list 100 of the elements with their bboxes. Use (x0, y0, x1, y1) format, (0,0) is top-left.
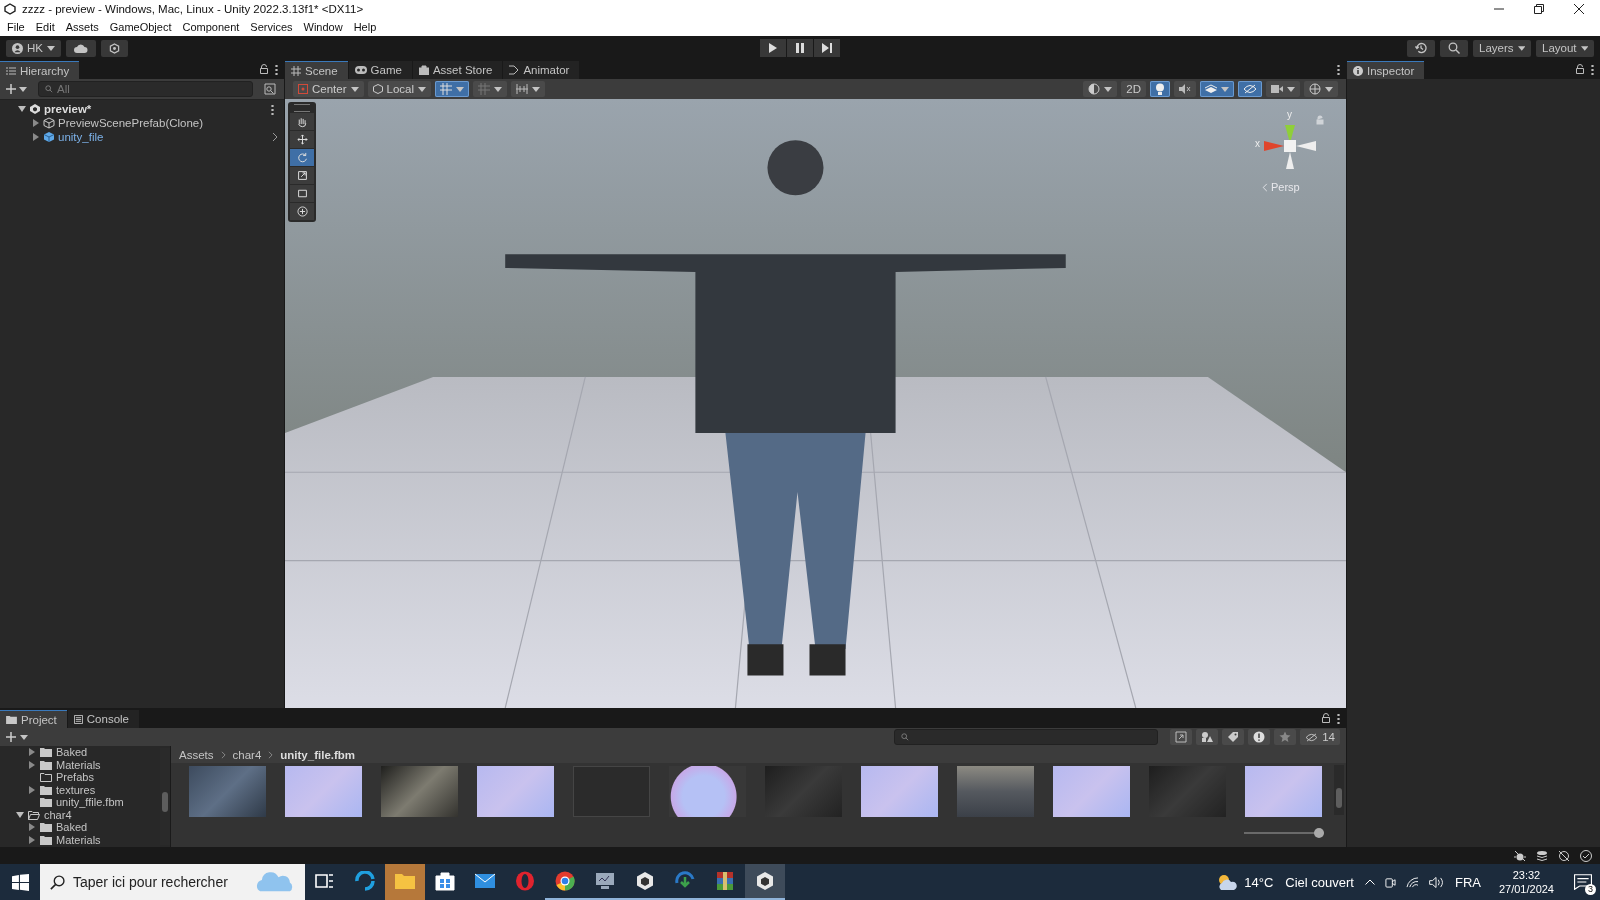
chevron-up-icon[interactable] (1364, 879, 1375, 885)
texture-thumbnail[interactable] (669, 765, 746, 817)
visibility-toggle[interactable] (1238, 81, 1262, 97)
texture-thumbnail[interactable] (477, 765, 554, 817)
texture-thumbnail[interactable] (957, 765, 1034, 817)
menu-item[interactable]: Help (353, 21, 377, 33)
increment-snap-button[interactable] (473, 81, 508, 97)
menu-item[interactable]: Edit (35, 21, 55, 33)
hierarchy-item[interactable]: preview* (44, 103, 92, 115)
folder-item[interactable]: Baked (56, 821, 88, 834)
texture-thumbnail[interactable] (1053, 765, 1130, 817)
filter-by-type-button[interactable] (1196, 729, 1219, 745)
project-tab[interactable]: Console (67, 710, 139, 728)
folder-item[interactable]: Materials (56, 758, 101, 771)
texture-thumbnail[interactable] (381, 765, 458, 817)
wifi-icon[interactable] (1405, 876, 1419, 888)
search-input[interactable]: Taper ici pour rechercher (73, 874, 245, 890)
step-button[interactable] (814, 39, 840, 57)
lighting-toggle[interactable] (1150, 81, 1170, 97)
menu-item[interactable]: File (7, 21, 25, 33)
menu-item[interactable]: Component (182, 21, 240, 33)
more-options-icon[interactable] (1591, 64, 1594, 75)
menu-item[interactable]: GameObject (109, 21, 172, 33)
scale-tool-button[interactable] (290, 167, 314, 184)
more-options-icon[interactable] (275, 64, 278, 75)
expand-arrow-icon[interactable] (28, 823, 36, 832)
menu-item[interactable]: Services (250, 21, 293, 33)
volume-icon[interactable] (1428, 876, 1444, 888)
texture-thumbnail[interactable] (1149, 765, 1226, 817)
scene-tab[interactable]: Animator (503, 61, 580, 79)
restore-icon[interactable] (1534, 4, 1544, 14)
weather-text[interactable]: Ciel couvert (1285, 874, 1354, 890)
input-language[interactable]: FRA (1454, 874, 1481, 890)
collapse-arrow-icon[interactable] (16, 810, 24, 819)
folder-item[interactable]: textures (56, 783, 96, 796)
checkmark-icon[interactable] (1580, 849, 1592, 862)
collapse-arrow-icon[interactable] (18, 105, 26, 113)
services-button[interactable] (101, 39, 128, 57)
hierarchy-item[interactable]: unity_file (58, 131, 104, 143)
meet-now-icon[interactable] (1384, 875, 1396, 889)
notifications-button[interactable]: 3 (1566, 867, 1600, 897)
grid-visibility-button[interactable] (511, 81, 546, 97)
taskbar-search-field[interactable]: Taper ici pour rechercher (40, 864, 305, 900)
texture-thumbnail[interactable] (861, 765, 938, 817)
clock[interactable]: 23:32 27/01/2024 (1498, 868, 1554, 896)
expand-arrow-icon[interactable] (28, 785, 36, 794)
hierarchy-item[interactable]: PreviewScenePrefab(Clone) (58, 117, 204, 129)
expand-arrow-icon[interactable] (32, 133, 40, 141)
texture-thumbnail[interactable] (765, 765, 842, 817)
search-field[interactable] (894, 729, 1159, 745)
scene-tab[interactable]: Game (348, 61, 412, 79)
cloud-button[interactable] (66, 39, 96, 57)
drag-handle-icon[interactable] (294, 104, 310, 112)
lighting-off-icon[interactable] (1558, 849, 1570, 862)
lock-icon[interactable] (1322, 713, 1330, 723)
more-options-icon[interactable] (1337, 713, 1340, 724)
search-button[interactable] (1440, 39, 1468, 57)
rect-tool-button[interactable] (290, 185, 314, 202)
breadcrumb-item[interactable]: unity_file.fbm (280, 748, 356, 761)
taskbar-app-button[interactable] (745, 864, 785, 900)
scene-search-icon[interactable] (264, 83, 276, 95)
project-tab[interactable]: Project (0, 710, 67, 728)
log-filter-button[interactable] (1248, 729, 1271, 745)
scrollbar[interactable] (1334, 765, 1344, 815)
folder-item[interactable]: Baked (56, 746, 88, 759)
temperature[interactable]: 14°C (1244, 874, 1274, 890)
effects-toggle[interactable] (1200, 81, 1234, 97)
texture-thumbnail[interactable] (1245, 765, 1322, 817)
database-icon[interactable] (1536, 849, 1548, 862)
filter-by-label-button[interactable] (1222, 729, 1245, 745)
space-dropdown[interactable]: Local (367, 81, 432, 97)
search-scope-button[interactable] (1170, 729, 1193, 745)
menu-item[interactable]: Assets (65, 21, 99, 33)
texture-thumbnail[interactable] (189, 765, 266, 817)
folder-item[interactable]: Prefabs (56, 771, 94, 784)
scene-tab[interactable]: Scene (285, 61, 348, 79)
play-button[interactable] (760, 39, 786, 57)
bug-icon[interactable] (1514, 849, 1526, 862)
expand-arrow-icon[interactable] (28, 760, 36, 769)
menu-item[interactable]: Window (303, 21, 343, 33)
more-options-icon[interactable] (271, 103, 274, 115)
history-button[interactable] (1407, 39, 1435, 57)
folder-item[interactable]: unity_ffile.fbm (56, 796, 124, 809)
scene-tab[interactable]: Asset Store (412, 61, 503, 79)
pause-button[interactable] (787, 39, 813, 57)
add-icon[interactable] (6, 732, 16, 742)
texture-thumbnail[interactable] (285, 765, 362, 817)
layers-dropdown[interactable]: Layers (1473, 39, 1531, 57)
inspector-tab[interactable]: Inspector (1347, 61, 1425, 79)
chevron-right-icon[interactable] (272, 132, 278, 142)
transform-tool-button[interactable] (290, 203, 314, 220)
add-icon[interactable] (6, 84, 16, 94)
camera-toggle[interactable] (1266, 81, 1300, 97)
hierarchy-tab[interactable]: Hierarchy (0, 61, 80, 79)
breadcrumb-item[interactable]: char4 (232, 748, 262, 761)
folder-item[interactable]: char4 (44, 808, 72, 821)
close-icon[interactable] (1574, 4, 1584, 14)
pivot-dropdown[interactable]: Center (293, 81, 364, 97)
lock-icon[interactable] (1576, 64, 1584, 74)
lock-icon[interactable] (260, 64, 268, 74)
